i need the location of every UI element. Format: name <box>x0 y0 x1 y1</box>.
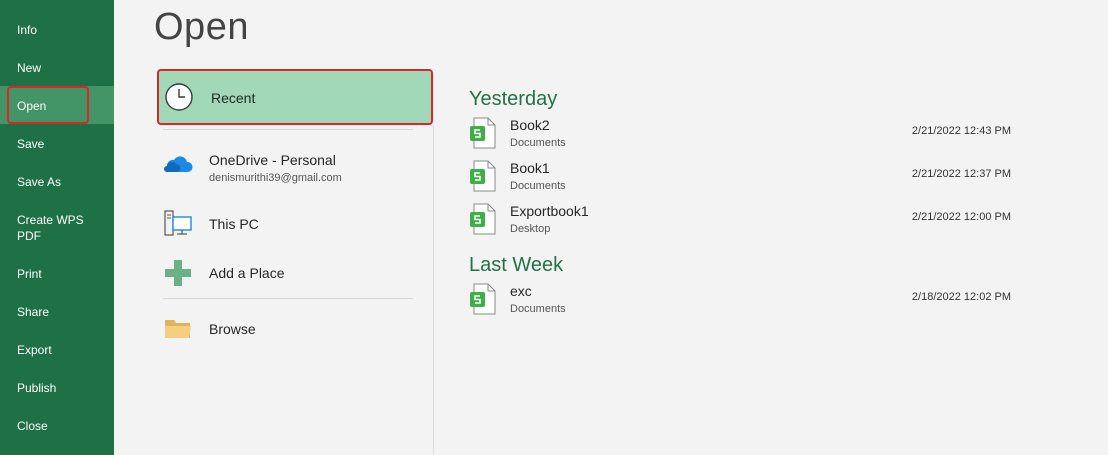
file-location: Desktop <box>510 223 551 235</box>
file-location: Documents <box>510 137 566 149</box>
nav-info[interactable]: Info <box>0 22 114 38</box>
cloud-icon <box>163 152 193 181</box>
file-location: Documents <box>510 303 566 315</box>
nav-save[interactable]: Save <box>0 136 114 152</box>
location-browse-label: Browse <box>209 321 256 337</box>
nav-close[interactable]: Close <box>0 418 114 434</box>
location-onedrive-label: OneDrive - Personal <box>209 152 336 168</box>
open-highlight-outline <box>7 86 89 124</box>
file-date: 2/21/2022 12:37 PM <box>911 168 1011 180</box>
folder-icon <box>163 315 193 346</box>
file-date: 2/21/2022 12:00 PM <box>911 211 1011 223</box>
location-this-pc-label: This PC <box>209 216 259 232</box>
file-location: Documents <box>510 180 566 192</box>
group-title-last-week: Last Week <box>469 254 564 276</box>
location-divider-top <box>163 129 413 130</box>
nav-info-label: Info <box>17 23 38 37</box>
nav-publish-label: Publish <box>17 381 57 395</box>
location-onedrive[interactable]: OneDrive - Personal denismurithi39@gmail… <box>157 148 433 192</box>
location-onedrive-account: denismurithi39@gmail.com <box>209 172 342 184</box>
location-divider-bottom <box>163 298 413 299</box>
nav-print-label: Print <box>17 267 42 281</box>
nav-new[interactable]: New <box>0 60 114 76</box>
open-pane: Open Recent OneDrive - Personal denismur… <box>114 0 1108 455</box>
location-add-place[interactable]: Add a Place <box>157 256 433 288</box>
nav-publish[interactable]: Publish <box>0 380 114 396</box>
spreadsheet-file-icon <box>469 203 497 240</box>
location-recent[interactable]: Recent <box>157 69 433 125</box>
file-date: 2/21/2022 12:43 PM <box>911 125 1011 137</box>
location-recent-label: Recent <box>211 90 256 106</box>
nav-share[interactable]: Share <box>0 304 114 320</box>
nav-close-label: Close <box>17 419 48 433</box>
file-name: Exportbook1 <box>510 203 589 219</box>
computer-icon <box>163 208 193 243</box>
group-title-yesterday: Yesterday <box>469 88 558 110</box>
spreadsheet-file-icon <box>469 283 497 320</box>
nav-create-wps-pdf[interactable]: Create WPS PDF <box>0 212 100 244</box>
file-date: 2/18/2022 12:02 PM <box>911 291 1011 303</box>
page-title: Open <box>154 6 249 48</box>
recent-file-row[interactable]: Book1 Documents 2/21/2022 12:37 PM <box>469 160 1029 196</box>
backstage-sidebar: Info New Open Save Save As Create WPS PD… <box>0 0 114 455</box>
nav-export-label: Export <box>17 343 52 357</box>
location-add-place-label: Add a Place <box>209 265 285 281</box>
spreadsheet-file-icon <box>469 117 497 154</box>
location-browse[interactable]: Browse <box>157 313 433 343</box>
location-this-pc[interactable]: This PC <box>157 206 433 240</box>
recent-file-row[interactable]: Book2 Documents 2/21/2022 12:43 PM <box>469 117 1029 153</box>
nav-create-wps-pdf-label: Create WPS PDF <box>17 213 84 243</box>
plus-icon <box>163 258 193 293</box>
file-name: Book2 <box>510 117 550 133</box>
nav-save-label: Save <box>17 137 45 151</box>
nav-save-as-label: Save As <box>17 175 62 189</box>
spreadsheet-file-icon <box>469 160 497 197</box>
nav-share-label: Share <box>17 305 50 319</box>
nav-new-label: New <box>17 61 42 75</box>
recent-file-row[interactable]: Exportbook1 Desktop 2/21/2022 12:00 PM <box>469 203 1029 239</box>
file-name: exc <box>510 283 532 299</box>
file-name: Book1 <box>510 160 550 176</box>
recent-file-row[interactable]: exc Documents 2/18/2022 12:02 PM <box>469 283 1029 319</box>
clock-icon <box>164 82 194 117</box>
nav-save-as[interactable]: Save As <box>0 174 114 190</box>
pane-divider <box>433 125 434 455</box>
nav-export[interactable]: Export <box>0 342 114 358</box>
nav-print[interactable]: Print <box>0 266 114 282</box>
